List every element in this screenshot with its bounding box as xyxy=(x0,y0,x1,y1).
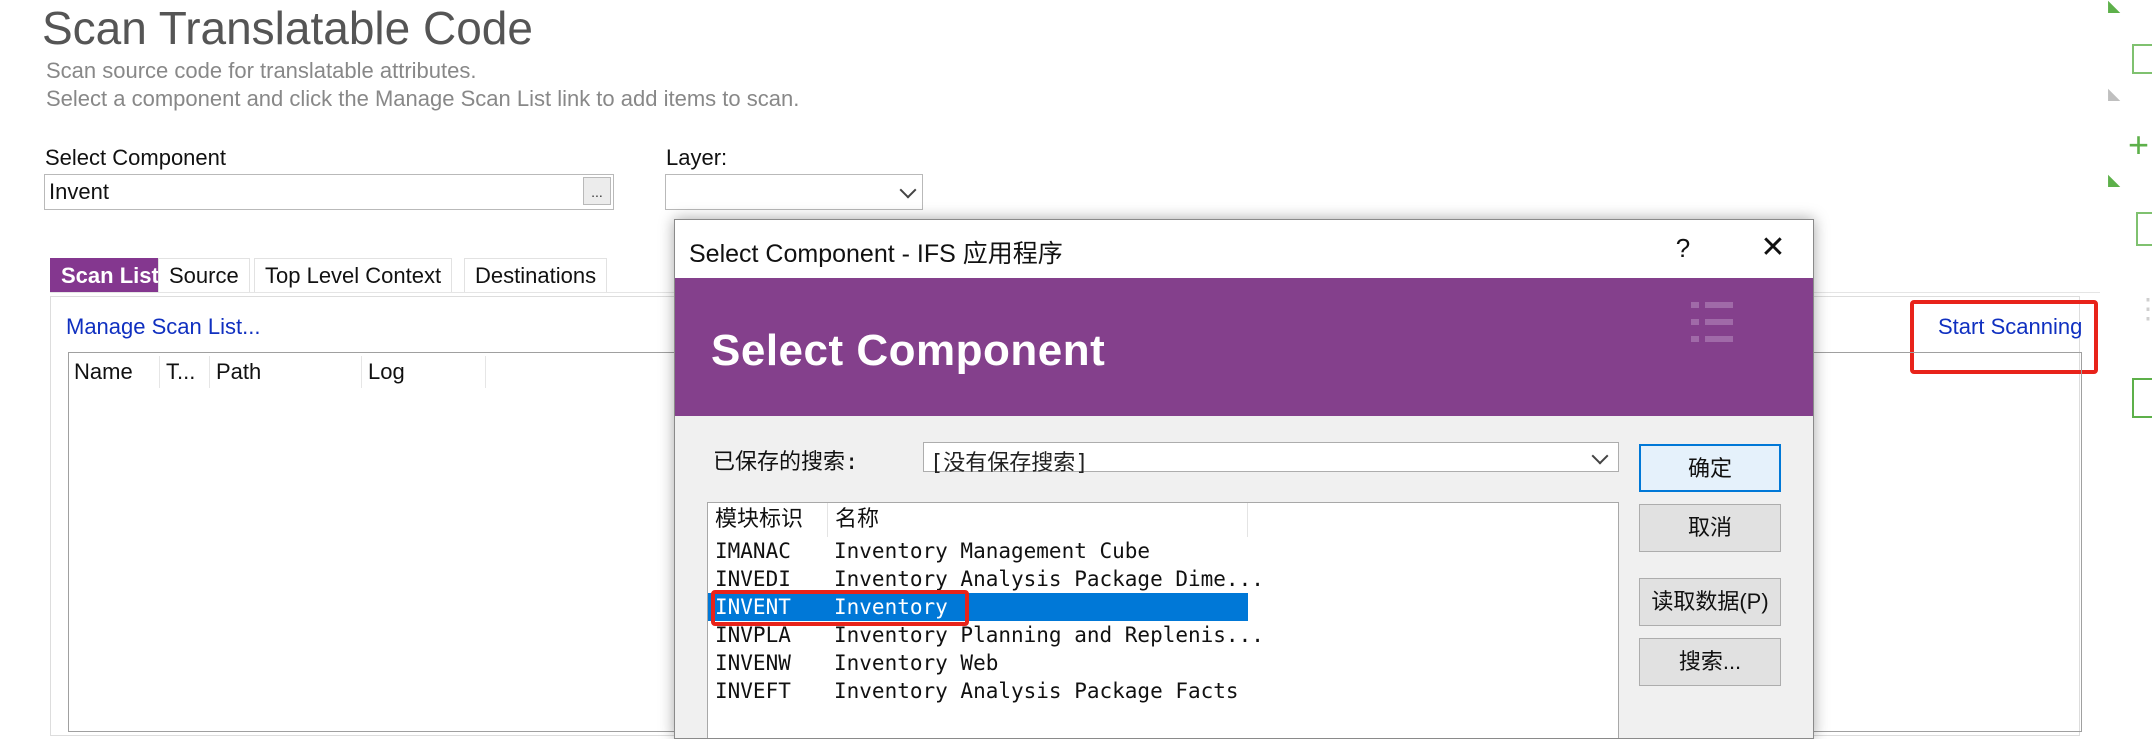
saved-search-value: [没有保存搜索] xyxy=(930,451,1089,476)
search-button[interactable]: 搜索... xyxy=(1639,638,1781,686)
row-module-id: INVEDI xyxy=(715,567,791,591)
manage-scan-list-link[interactable]: Manage Scan List... xyxy=(66,314,260,340)
triangle-marker-icon: ◣ xyxy=(2108,0,2121,15)
chevron-down-icon xyxy=(1591,447,1609,465)
row-name: Inventory Analysis Package Facts xyxy=(834,679,1239,703)
table-row[interactable]: INVEFT Inventory Analysis Package Facts xyxy=(708,677,1248,705)
tab-top-level-context[interactable]: Top Level Context xyxy=(254,258,453,292)
side-toolbar: ◣ ◣ + ◣ ⋮ xyxy=(2108,0,2152,725)
tab-scan-list[interactable]: Scan List xyxy=(50,258,170,292)
chevron-down-icon xyxy=(899,181,917,199)
table-row[interactable]: INVEDI Inventory Analysis Package Dime..… xyxy=(708,565,1264,593)
dialog-titlebar[interactable]: Select Component - IFS 应用程序 ? ✕ xyxy=(675,220,1813,278)
browse-component-button[interactable]: ... xyxy=(583,177,611,205)
page-subtitle-1: Scan source code for translatable attrib… xyxy=(46,58,477,83)
tab-destinations[interactable]: Destinations xyxy=(464,258,608,292)
column-header-name[interactable]: 名称 xyxy=(828,503,1248,537)
row-name: Inventory Analysis Package Dime... xyxy=(834,567,1264,591)
row-module-id: INVENW xyxy=(715,651,791,675)
page-subtitle-2: Select a component and click the Manage … xyxy=(46,86,800,111)
list-icon[interactable]: ⋮ xyxy=(2134,292,2152,325)
component-label: Select Component xyxy=(45,145,226,170)
dialog-banner: Select Component xyxy=(675,278,1813,416)
row-name: Inventory Management Cube xyxy=(834,539,1151,563)
component-field[interactable]: Invent ... xyxy=(44,174,614,210)
select-component-dialog[interactable]: Select Component - IFS 应用程序 ? ✕ Select C… xyxy=(674,219,1814,739)
tab-source[interactable]: Source xyxy=(158,258,250,292)
column-header-type[interactable]: T... xyxy=(160,356,210,388)
saved-search-select[interactable]: [没有保存搜索] xyxy=(923,442,1619,476)
table-row[interactable]: INVENW Inventory Web xyxy=(708,649,1248,677)
layer-select[interactable] xyxy=(665,174,923,210)
panel-icon[interactable] xyxy=(2132,44,2152,74)
cancel-button[interactable]: 取消 xyxy=(1639,504,1781,552)
column-header-name[interactable]: Name xyxy=(68,356,160,388)
add-icon[interactable]: + xyxy=(2128,124,2149,166)
triangle-marker-icon: ◣ xyxy=(2108,86,2121,103)
list-icon xyxy=(1691,302,1735,346)
dialog-heading: Select Component xyxy=(711,326,1106,375)
column-header-path[interactable]: Path xyxy=(210,356,362,388)
delete-icon[interactable] xyxy=(2136,212,2152,246)
triangle-marker-icon: ◣ xyxy=(2108,172,2121,189)
read-data-button[interactable]: 读取数据(P) xyxy=(1639,578,1781,626)
document-icon[interactable] xyxy=(2132,378,2152,418)
page-title: Scan Translatable Code xyxy=(42,2,533,54)
column-header-log[interactable]: Log xyxy=(362,356,486,388)
dialog-title: Select Component - IFS 应用程序 xyxy=(689,240,1063,268)
row-name: Inventory Web xyxy=(834,651,999,675)
selected-row-highlight xyxy=(711,590,969,626)
saved-search-label: 已保存的搜索: xyxy=(713,450,859,475)
help-button[interactable]: ? xyxy=(1663,230,1703,266)
component-value: Invent xyxy=(49,179,109,204)
table-row[interactable]: IMANAC Inventory Management Cube xyxy=(708,537,1248,565)
row-module-id: IMANAC xyxy=(715,539,791,563)
column-header-module-id[interactable]: 模块标识 xyxy=(708,503,828,537)
close-button[interactable]: ✕ xyxy=(1751,230,1795,266)
layer-label: Layer: xyxy=(666,145,728,170)
row-module-id: INVEFT xyxy=(715,679,791,703)
ok-button[interactable]: 确定 xyxy=(1639,444,1781,492)
